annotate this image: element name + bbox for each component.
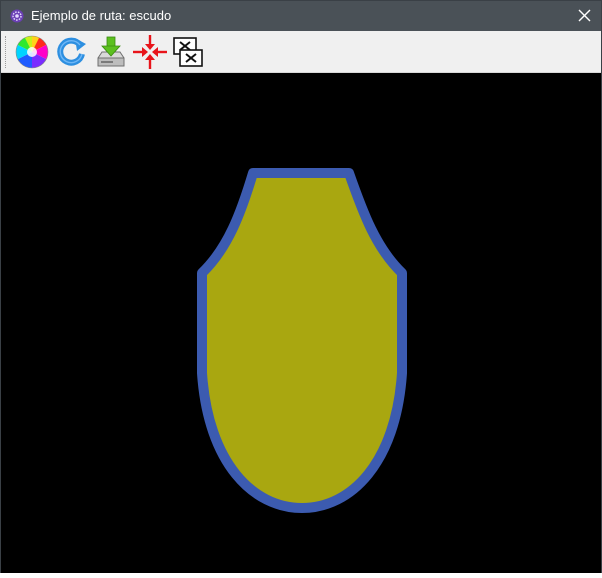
app-gear-icon — [10, 9, 24, 23]
title-bar[interactable]: Ejemplo de ruta: escudo — [1, 1, 601, 31]
center-view-button[interactable] — [132, 34, 168, 70]
close-icon — [578, 9, 591, 22]
close-windows-icon — [173, 37, 203, 67]
shield-drawing — [197, 168, 407, 513]
app-window: Ejemplo de ruta: escudo — [0, 0, 602, 573]
save-button[interactable] — [93, 34, 129, 70]
drawing-canvas[interactable] — [1, 73, 601, 573]
color-wheel-icon — [15, 35, 49, 69]
toolbar-grip[interactable] — [5, 36, 8, 68]
window-title: Ejemplo de ruta: escudo — [31, 8, 172, 23]
close-button[interactable] — [567, 1, 601, 31]
toolbar — [1, 31, 601, 73]
refresh-icon — [57, 37, 86, 66]
save-download-icon — [97, 36, 125, 67]
refresh-button[interactable] — [53, 34, 89, 70]
shield-shape — [197, 168, 407, 513]
close-all-button[interactable] — [171, 34, 207, 70]
color-picker-button[interactable] — [14, 34, 50, 70]
collapse-arrows-icon — [133, 35, 167, 69]
